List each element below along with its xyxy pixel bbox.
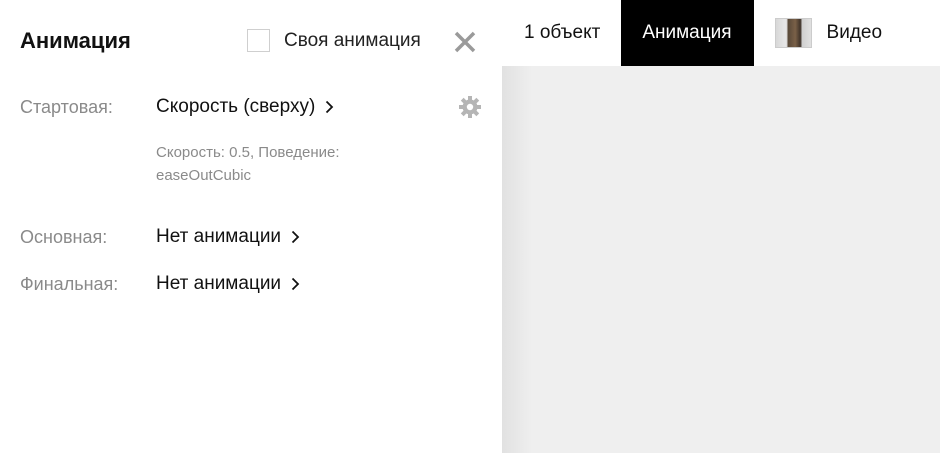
- own-animation-checkbox[interactable]: [247, 29, 270, 52]
- close-button[interactable]: [451, 28, 479, 56]
- main-animation-value: Нет анимации: [156, 226, 282, 247]
- panel-title: Анимация: [20, 28, 131, 53]
- panel-shadow: [502, 66, 532, 453]
- start-details-line1: Скорость: 0.5, Поведение:: [156, 144, 340, 161]
- start-animation-details: Скорость: 0.5, Поведение: easeOutCubic: [156, 141, 416, 187]
- start-label: Стартовая:: [20, 97, 113, 117]
- tab-object-count-label: 1 объект: [524, 22, 601, 43]
- tab-animation[interactable]: Анимация: [621, 0, 754, 66]
- own-animation-toggle[interactable]: Своя анимация: [247, 29, 421, 52]
- start-animation-value: Скорость (сверху): [156, 96, 316, 117]
- video-thumbnail: [774, 18, 812, 48]
- chevron-right-icon: [291, 277, 300, 291]
- gear-icon: [459, 96, 481, 118]
- tab-video[interactable]: Видео: [754, 0, 883, 66]
- chevron-right-icon: [291, 230, 300, 244]
- animation-panel: Анимация Своя анимация Стартовая: Скорос…: [0, 0, 502, 453]
- final-animation-select[interactable]: Нет анимации: [156, 273, 300, 295]
- main-label: Основная:: [20, 227, 108, 247]
- own-animation-label: Своя анимация: [284, 29, 421, 51]
- main-animation-select[interactable]: Нет анимации: [156, 226, 300, 248]
- close-icon: [454, 31, 476, 53]
- chevron-right-icon: [326, 100, 334, 114]
- tab-animation-label: Анимация: [642, 22, 732, 43]
- start-settings-button[interactable]: [458, 95, 482, 119]
- start-animation-select[interactable]: Скорость (сверху): [156, 96, 334, 118]
- final-animation-value: Нет анимации: [156, 273, 282, 294]
- final-label: Финальная:: [20, 274, 119, 294]
- tab-object-count[interactable]: 1 объект: [502, 0, 621, 66]
- tab-video-label: Видео: [826, 22, 883, 43]
- top-toolbar: 1 объект Анимация Видео: [502, 0, 940, 66]
- app-root: 1 объект Анимация Видео Анимация Своя ан…: [0, 0, 940, 453]
- canvas-workspace[interactable]: [502, 0, 940, 453]
- start-details-line2: easeOutCubic: [156, 167, 252, 184]
